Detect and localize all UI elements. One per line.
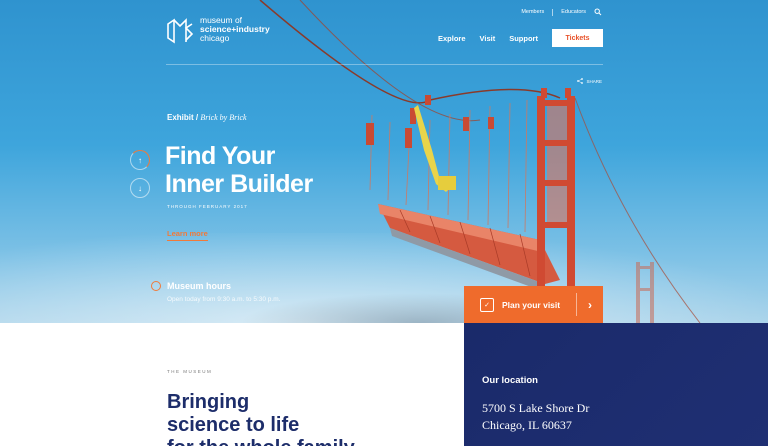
exhibit-eyebrow: Exhibit / Brick by Brick	[167, 113, 247, 122]
eyebrow-prefix: Exhibit /	[167, 113, 199, 122]
museum-headline-line-2: science to life	[167, 414, 300, 436]
headline-line-2: Inner Builder	[165, 170, 313, 198]
location-panel: Our location 5700 S Lake Shore Dr Chicag…	[464, 323, 768, 446]
location-title: Our location	[482, 375, 538, 386]
museum-hours-text: Open today from 9:30 a.m. to 5:30 p.m.	[167, 296, 281, 303]
plan-visit-label: Plan your visit	[502, 299, 561, 310]
logo-wordmark: museum of science+industry chicago	[200, 16, 270, 43]
checklist-icon: ✓	[480, 297, 494, 312]
address-line-1: 5700 S Lake Shore Dr	[482, 401, 590, 415]
exhibit-dates: THROUGH FEBRUARY 2017	[167, 204, 248, 209]
main-nav: Explore Visit Support	[438, 34, 538, 43]
museum-headline: Bringing science to life for the whole f…	[167, 391, 447, 446]
nav-support[interactable]: Support	[509, 34, 538, 43]
logo-line-3: chicago	[200, 33, 230, 43]
share-button[interactable]: SHARE	[577, 78, 602, 84]
nav-visit[interactable]: Visit	[480, 34, 496, 43]
location-address[interactable]: 5700 S Lake Shore Dr Chicago, IL 60637	[482, 400, 589, 434]
hero-banner: museum of science+industry chicago Membe…	[0, 0, 768, 323]
nav-divider	[552, 8, 554, 16]
museum-headline-line-3: for the whole family	[167, 437, 447, 446]
section-label: THE MUSEUM	[167, 369, 213, 374]
share-label: SHARE	[586, 78, 602, 84]
members-link[interactable]: Members	[521, 9, 544, 15]
arrow-down-icon: ↓	[138, 183, 142, 193]
address-line-2: Chicago, IL 60637	[482, 418, 572, 432]
headline-line-1: Find Your	[165, 142, 275, 170]
nav-explore[interactable]: Explore	[438, 34, 466, 43]
educators-link[interactable]: Educators	[561, 9, 586, 15]
header-divider	[166, 64, 603, 65]
eyebrow-exhibit-name: Brick by Brick	[200, 113, 247, 122]
carousel-next-button[interactable]: ↓	[130, 178, 150, 198]
search-icon[interactable]	[594, 8, 602, 16]
learn-more-link[interactable]: Learn more	[167, 229, 208, 241]
tickets-button[interactable]: Tickets	[552, 29, 603, 47]
hero-headline: Find Your Inner Builder	[165, 142, 365, 198]
museum-logo[interactable]: museum of science+industry chicago	[166, 16, 270, 46]
utility-nav: Members Educators	[521, 8, 602, 16]
museum-headline-line-1: Bringing	[167, 391, 250, 413]
clock-icon	[151, 281, 161, 291]
msi-logo-icon	[167, 18, 194, 44]
share-icon	[577, 78, 584, 84]
museum-hours-title[interactable]: Museum hours	[167, 281, 231, 291]
plan-visit-button[interactable]: ✓ Plan your visit ›	[464, 286, 603, 323]
arrow-up-icon: ↑	[138, 155, 142, 165]
chevron-right-icon: ›	[588, 297, 592, 312]
carousel-prev-button[interactable]: ↑	[130, 150, 150, 170]
lego-bridge-illustration	[259, 0, 701, 323]
